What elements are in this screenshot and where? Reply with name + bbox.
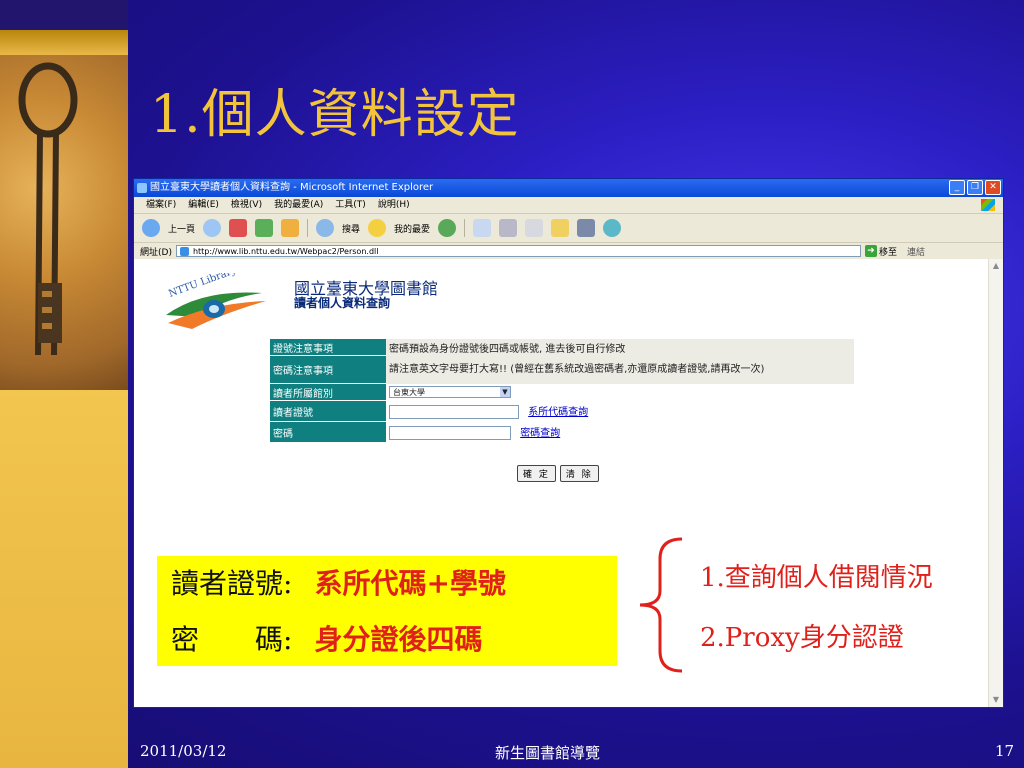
annotation-borrowing-status: 1.查詢個人借閱情況 xyxy=(700,563,933,593)
password-input[interactable] xyxy=(389,426,511,440)
toolbar: 上一頁 搜尋 我的最愛 xyxy=(134,214,1003,243)
password-notice-value: 請注意英文字母要打大寫!! (曾經在舊系統改過密碼者,亦還原成讀者證號,請再改一… xyxy=(386,355,854,384)
table-row: 密碼注意事項 請注意英文字母要打大寫!! (曾經在舊系統改過密碼者,亦還原成讀者… xyxy=(270,355,854,384)
stop-icon[interactable] xyxy=(229,219,248,237)
page-icon xyxy=(179,247,189,256)
windows-logo-icon xyxy=(981,199,995,211)
password-notice-label: 密碼注意事項 xyxy=(270,355,386,384)
browser-titlebar: 國立臺東大學讀者個人資料查詢 - Microsoft Internet Expl… xyxy=(134,179,1003,197)
id-notice-value: 密碼預設為身份證號後四碼或帳號, 進去後可自行修改 xyxy=(386,339,854,356)
back-label[interactable]: 上一頁 xyxy=(168,222,195,235)
go-button[interactable]: ➜ 移至 xyxy=(864,245,897,258)
favorites-star-icon[interactable] xyxy=(368,219,387,237)
menu-bar: 檔案(F) 編輯(E) 檢視(V) 我的最愛(A) 工具(T) 說明(H) xyxy=(134,197,1003,214)
menu-edit[interactable]: 編輯(E) xyxy=(188,197,219,213)
go-arrow-icon[interactable]: ➜ xyxy=(864,245,877,257)
forward-icon[interactable] xyxy=(203,219,222,237)
key-photo xyxy=(0,55,128,390)
curly-brace-icon xyxy=(639,537,683,673)
address-url[interactable]: http://www.lib.nttu.edu.tw/Webpac2/Perso… xyxy=(193,247,379,256)
menu-favorites[interactable]: 我的最愛(A) xyxy=(274,197,323,213)
library-logo: NTTU Library xyxy=(162,265,272,333)
table-row: 密碼 密碼查詢 xyxy=(270,421,854,443)
dept-code-query-link[interactable]: 系所代碼查詢 xyxy=(528,407,588,418)
scroll-up-icon[interactable]: ▲ xyxy=(989,259,1003,273)
ie-icon xyxy=(137,183,147,193)
footer-page-number: 17 xyxy=(995,742,1015,760)
go-label[interactable]: 移至 xyxy=(879,245,897,258)
mail-icon[interactable] xyxy=(473,219,492,237)
table-row: 讀者證號 系所代碼查詢 xyxy=(270,400,854,422)
favorites-label[interactable]: 我的最愛 xyxy=(394,222,430,235)
chevron-down-icon[interactable]: ▼ xyxy=(500,387,510,397)
scroll-down-icon[interactable]: ▼ xyxy=(989,693,1003,707)
menu-file[interactable]: 檔案(F) xyxy=(146,197,176,213)
branch-select[interactable]: 台東大學 ▼ xyxy=(389,386,511,398)
messenger-icon[interactable] xyxy=(603,219,622,237)
reader-id-hint-value: 系所代碼+學號 xyxy=(314,567,506,600)
slide-title: 1.個人資料設定 xyxy=(150,85,520,145)
reader-id-label: 讀者證號 xyxy=(270,400,386,422)
refresh-icon[interactable] xyxy=(255,219,274,237)
table-row: 讀者所屬館別 台東大學 ▼ xyxy=(270,383,854,401)
search-label[interactable]: 搜尋 xyxy=(342,222,360,235)
reader-id-input[interactable] xyxy=(389,405,519,419)
edit-icon[interactable] xyxy=(525,219,544,237)
menu-tools[interactable]: 工具(T) xyxy=(335,197,366,213)
password-hint-value: 身分證後四碼 xyxy=(314,623,483,656)
login-form: 證號注意事項 密碼預設為身份證號後四碼或帳號, 進去後可自行修改 密碼注意事項 … xyxy=(270,339,854,443)
research-icon[interactable] xyxy=(577,219,596,237)
address-bar: 網址(D) http://www.lib.nttu.edu.tw/Webpac2… xyxy=(134,243,1003,260)
restore-button[interactable]: ❐ xyxy=(967,180,983,195)
address-field[interactable]: http://www.lib.nttu.edu.tw/Webpac2/Perso… xyxy=(175,245,861,257)
close-button[interactable]: ✕ xyxy=(985,180,1001,195)
print-icon[interactable] xyxy=(499,219,518,237)
vertical-scrollbar[interactable]: ▲ ▼ xyxy=(988,259,1003,707)
id-notice-label: 證號注意事項 xyxy=(270,339,386,356)
table-row: 證號注意事項 密碼預設為身份證號後四碼或帳號, 進去後可自行修改 xyxy=(270,339,854,356)
branch-label: 讀者所屬館別 xyxy=(270,383,386,401)
links-label[interactable]: 連結 xyxy=(907,245,925,258)
password-hint-label: 密 碼: xyxy=(171,623,293,656)
address-label: 網址(D) xyxy=(140,247,172,258)
page-heading: 讀者個人資料查詢 xyxy=(294,296,391,310)
folder-icon[interactable] xyxy=(551,219,570,237)
menu-view[interactable]: 檢視(V) xyxy=(231,197,262,213)
login-hint-box: 讀者證號: 系所代碼+學號 密 碼: 身分證後四碼 xyxy=(157,556,617,666)
search-icon[interactable] xyxy=(316,219,335,237)
annotation-proxy-auth: 2.Proxy身分認證 xyxy=(700,623,904,653)
footer-center: 新生圖書館導覽 xyxy=(495,744,601,762)
password-label: 密碼 xyxy=(270,421,386,443)
reader-id-hint-label: 讀者證號: xyxy=(171,567,293,600)
window-title: 國立臺東大學讀者個人資料查詢 - Microsoft Internet Expl… xyxy=(150,182,434,193)
footer-date: 2011/03/12 xyxy=(140,742,227,760)
back-icon[interactable] xyxy=(142,219,160,237)
history-icon[interactable] xyxy=(438,219,457,237)
password-query-link[interactable]: 密碼查詢 xyxy=(520,428,560,439)
home-icon[interactable] xyxy=(281,219,300,237)
minimize-button[interactable]: _ xyxy=(949,180,965,195)
clear-button[interactable]: 清 除 xyxy=(559,465,599,482)
confirm-button[interactable]: 確 定 xyxy=(517,465,556,482)
menu-help[interactable]: 說明(H) xyxy=(378,197,410,213)
branch-selected-value[interactable]: 台東大學 xyxy=(393,388,425,397)
